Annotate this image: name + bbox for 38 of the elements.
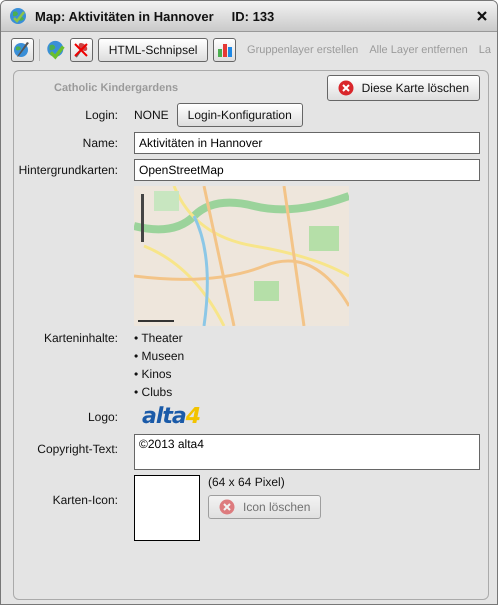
- map-icon-preview: [134, 475, 200, 541]
- background-toolbar-text: Alle Layer entfernen: [369, 44, 468, 56]
- icon-size-hint: (64 x 64 Pixel): [208, 475, 285, 489]
- bar-chart-icon: [216, 42, 234, 58]
- copyright-field[interactable]: ©2013 alta4: [134, 434, 480, 470]
- globe-icon: [9, 7, 27, 25]
- login-value: NONE: [134, 108, 169, 122]
- map-id: ID: 133: [232, 8, 274, 24]
- background-layer-name: Catholic Kindergardens: [54, 82, 178, 94]
- field-label: Login:: [84, 108, 118, 122]
- pin-cross-icon: [72, 41, 90, 59]
- content-list-item: • Clubs: [134, 385, 174, 399]
- globe-check-icon[interactable]: [44, 39, 66, 61]
- field-label: Karteninhalte:: [42, 331, 118, 345]
- background-toolbar-text: La: [478, 44, 492, 56]
- content-list-item: • Museen: [134, 349, 186, 363]
- delete-icon: [338, 80, 354, 96]
- basemap-field[interactable]: OpenStreetMap: [134, 159, 480, 181]
- field-label: Copyright-Text:: [36, 441, 118, 456]
- window-title: Map: Aktivitäten in Hannover: [35, 8, 214, 24]
- content-list-item: • Theater: [134, 331, 184, 345]
- name-field[interactable]: Aktivitäten in Hannover: [134, 132, 480, 154]
- login-config-button[interactable]: Login-Konfiguration: [176, 103, 303, 127]
- background-toolbar-text: Gruppenlayer erstellen: [247, 44, 358, 56]
- edit-globe-button[interactable]: [11, 38, 34, 62]
- field-label: Logo:: [86, 410, 118, 424]
- pin-delete-button[interactable]: [70, 38, 93, 62]
- logo-text: alta4: [141, 404, 200, 429]
- globe-pencil-icon: [13, 41, 32, 59]
- close-icon[interactable]: [477, 11, 487, 21]
- field-label: Name:: [82, 136, 118, 150]
- delete-map-button[interactable]: Diese Karte löschen: [326, 75, 480, 101]
- chart-button[interactable]: [213, 38, 236, 62]
- field-label: Hintergrundkarten:: [18, 163, 118, 177]
- html-snippet-button[interactable]: HTML-Schnipsel: [98, 38, 208, 62]
- content-list-item: • Kinos: [134, 367, 173, 381]
- field-label: Karten-Icon:: [52, 493, 118, 507]
- delete-icon: [219, 499, 235, 515]
